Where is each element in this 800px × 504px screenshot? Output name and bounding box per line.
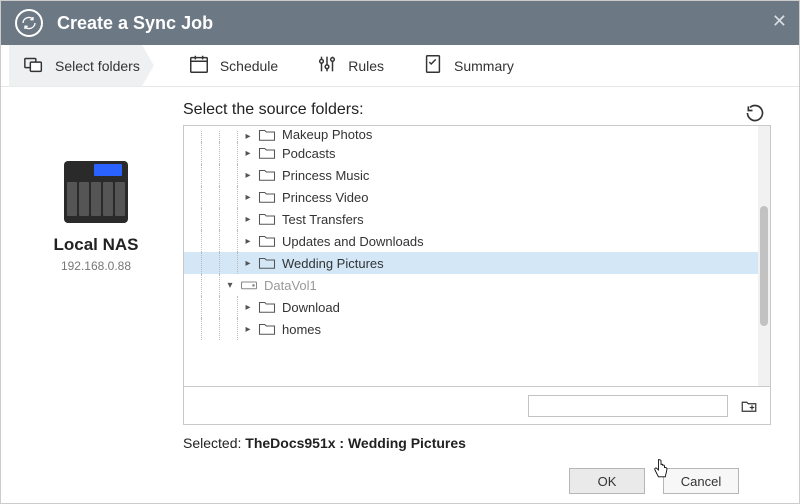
source-folders-label: Select the source folders: — [183, 101, 364, 119]
calendar-icon — [188, 53, 210, 78]
step-rules[interactable]: Rules — [312, 45, 388, 87]
close-icon[interactable]: ✕ — [772, 11, 787, 32]
tree-row[interactable]: ▸ homes — [184, 318, 758, 340]
tree-row-label: DataVol1 — [264, 278, 317, 293]
expander-icon[interactable]: ▸ — [242, 324, 254, 335]
tree-row[interactable]: ▸ Wedding Pictures — [184, 252, 758, 274]
device-name: Local NAS — [53, 235, 138, 255]
tree-row-label: Download — [282, 300, 340, 315]
selected-summary: Selected: TheDocs951x : Wedding Pictures — [183, 435, 771, 451]
sync-logo-icon — [15, 9, 43, 37]
expander-icon[interactable]: ▸ — [242, 131, 254, 142]
folders-icon — [23, 53, 45, 78]
folder-icon — [258, 168, 276, 182]
folder-icon — [258, 234, 276, 248]
expander-icon[interactable]: ▾ — [224, 280, 236, 291]
step-label: Summary — [454, 58, 514, 74]
step-select-folders[interactable]: Select folders — [9, 45, 154, 87]
folder-icon — [258, 146, 276, 160]
folder-tree[interactable]: ▸ Makeup Photos ▸ Podcasts ▸ Princess Music ▸ P… — [183, 125, 771, 387]
expander-icon[interactable]: ▸ — [242, 214, 254, 225]
tree-row[interactable]: ▸ Download — [184, 296, 758, 318]
path-bar — [183, 387, 771, 425]
folder-icon — [258, 130, 276, 142]
path-input[interactable] — [528, 395, 728, 417]
tree-row-label: Updates and Downloads — [282, 234, 424, 249]
dialog-footer: OK Cancel — [1, 459, 799, 503]
source-panel: Select the source folders: ▸ Makeup Photo… — [183, 101, 771, 451]
tree-row-label: homes — [282, 322, 321, 337]
folder-icon — [258, 212, 276, 226]
tree-row[interactable]: ▸ Princess Music — [184, 164, 758, 186]
step-summary[interactable]: Summary — [418, 45, 518, 87]
new-folder-button[interactable] — [738, 395, 760, 417]
window-title: Create a Sync Job — [57, 13, 213, 34]
dialog-body: Local NAS 192.168.0.88 Select the source… — [1, 87, 799, 459]
tree-row-label: Test Transfers — [282, 212, 364, 227]
expander-icon[interactable]: ▸ — [242, 170, 254, 181]
folder-icon — [258, 256, 276, 270]
tree-row[interactable]: ▸ Podcasts — [184, 142, 758, 164]
folder-icon — [258, 300, 276, 314]
title-bar: Create a Sync Job ✕ — [1, 1, 799, 45]
wizard-steps: Select folders Schedule Rules Summary — [1, 45, 799, 87]
selected-prefix: Selected: — [183, 435, 245, 451]
nas-device-icon — [64, 161, 128, 223]
expander-icon[interactable]: ▸ — [242, 236, 254, 247]
ok-button[interactable]: OK — [569, 468, 645, 494]
expander-icon[interactable]: ▸ — [242, 258, 254, 269]
refresh-button[interactable] — [743, 101, 767, 125]
device-panel: Local NAS 192.168.0.88 — [21, 101, 171, 451]
step-label: Rules — [348, 58, 384, 74]
tree-scrollbar[interactable] — [758, 126, 770, 386]
step-label: Select folders — [55, 58, 140, 74]
tree-row-label: Princess Video — [282, 190, 368, 205]
tree-row[interactable]: ▸ Test Transfers — [184, 208, 758, 230]
tree-row-label: Princess Music — [282, 168, 369, 183]
cancel-button[interactable]: Cancel — [663, 468, 739, 494]
tree-row[interactable]: ▸ Makeup Photos — [184, 130, 758, 142]
drive-icon — [240, 278, 258, 292]
expander-icon[interactable]: ▸ — [242, 302, 254, 313]
tree-row-label: Wedding Pictures — [282, 256, 384, 271]
device-ip: 192.168.0.88 — [61, 259, 131, 273]
folder-icon — [258, 190, 276, 204]
tree-row-label: Makeup Photos — [282, 130, 372, 142]
expander-icon[interactable]: ▸ — [242, 192, 254, 203]
selected-value: TheDocs951x : Wedding Pictures — [245, 435, 466, 451]
tree-row[interactable]: ▸ Updates and Downloads — [184, 230, 758, 252]
document-check-icon — [422, 53, 444, 78]
tree-row-label: Podcasts — [282, 146, 335, 161]
tree-row[interactable]: ▸ Princess Video — [184, 186, 758, 208]
sliders-icon — [316, 53, 338, 78]
tree-row[interactable]: ▾ DataVol1 — [184, 274, 758, 296]
folder-icon — [258, 322, 276, 336]
step-schedule[interactable]: Schedule — [184, 45, 282, 87]
sync-job-dialog: Create a Sync Job ✕ Select folders Sched… — [0, 0, 800, 504]
expander-icon[interactable]: ▸ — [242, 148, 254, 159]
step-label: Schedule — [220, 58, 278, 74]
